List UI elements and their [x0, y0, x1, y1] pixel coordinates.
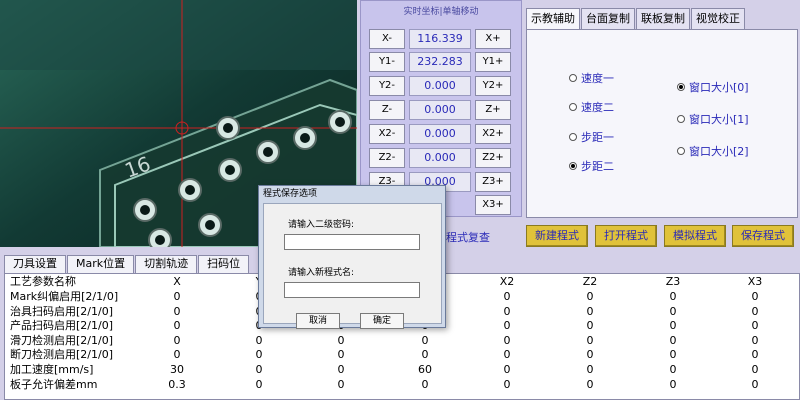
tab-teaching-assist[interactable]: 示教辅助 — [526, 8, 580, 30]
ok-button[interactable]: 确定 — [360, 313, 404, 329]
tab-vision-calibration[interactable]: 视觉校正 — [691, 8, 745, 30]
save-program-button[interactable]: 保存程式 — [732, 225, 794, 247]
radio-step-1[interactable]: 步距一 — [569, 129, 614, 145]
program-review-label[interactable]: 程式复查 — [446, 229, 490, 245]
z3-plus-button[interactable]: Z3+ — [475, 172, 511, 192]
tab-cut-path[interactable]: 切割轨迹 — [135, 255, 198, 273]
radio-dot — [569, 133, 577, 141]
parameter-value[interactable]: 0 — [705, 319, 800, 333]
cancel-button[interactable]: 取消 — [296, 313, 340, 329]
table-row[interactable]: 加工速度[mm/s] 30 0 0 60 0 0 0 0 — [5, 363, 799, 378]
x2-minus-button[interactable]: X2- — [369, 124, 405, 144]
table-row[interactable]: 滑刀检测启用[2/1/0] 0 0 0 0 0 0 0 0 — [5, 334, 799, 349]
program-name-label: 请输入新程式名: — [288, 268, 355, 278]
radio-dot — [677, 115, 685, 123]
parameter-value[interactable]: 0 — [705, 305, 800, 319]
tab-bar: 示教辅助 台面复制 联板复制 视觉校正 — [526, 8, 746, 30]
coordinate-panel-title: 实时坐标|单轴移动 — [403, 7, 479, 17]
z2-value: 0.000 — [409, 148, 471, 168]
x2-plus-button[interactable]: X2+ — [475, 124, 511, 144]
z-plus-button[interactable]: Z+ — [475, 100, 511, 120]
parameter-value[interactable]: 0 — [705, 348, 800, 362]
radio-label: 步距一 — [581, 131, 614, 144]
y2-value: 0.000 — [409, 76, 471, 96]
dialog-body: 请输入二级密码: 请输入新程式名: 取消 确定 — [263, 203, 442, 329]
simulate-program-button[interactable]: 模拟程式 — [664, 225, 726, 247]
radio-label: 步距二 — [581, 160, 614, 173]
program-name-field[interactable] — [284, 282, 420, 298]
y2-minus-button[interactable]: Y2- — [369, 76, 405, 96]
radio-step-2[interactable]: 步距二 — [569, 158, 614, 174]
x3-plus-button[interactable]: X3+ — [475, 195, 511, 215]
tab-scan-position[interactable]: 扫码位 — [198, 255, 250, 273]
z-minus-button[interactable]: Z- — [369, 100, 405, 120]
radio-label: 窗口大小[1] — [689, 113, 749, 126]
parameter-value[interactable]: 0 — [705, 334, 800, 348]
tab-table-copy[interactable]: 台面复制 — [581, 8, 635, 30]
tab-panel-copy[interactable]: 联板复制 — [636, 8, 690, 30]
y2-plus-button[interactable]: Y2+ — [475, 76, 511, 96]
password-label: 请输入二级密码: — [288, 220, 355, 230]
radio-label: 速度一 — [581, 72, 614, 85]
radio-label: 窗口大小[0] — [689, 81, 749, 94]
radio-speed-1[interactable]: 速度一 — [569, 70, 614, 86]
radio-dot — [569, 74, 577, 82]
radio-window-size-1[interactable]: 窗口大小[1] — [677, 111, 749, 127]
parameter-value[interactable]: 0 — [705, 363, 800, 377]
table-row[interactable]: 断刀检测启用[2/1/0] 0 0 0 0 0 0 0 0 — [5, 348, 799, 363]
radio-speed-2[interactable]: 速度二 — [569, 99, 614, 115]
teaching-assist-panel: 示教辅助 台面复制 联板复制 视觉校正 速度一 速度二 步距一 步距二 窗口大小… — [526, 8, 800, 218]
new-program-button[interactable]: 新建程式 — [526, 225, 588, 247]
column-header: X3 — [747, 275, 763, 288]
x-minus-button[interactable]: X- — [369, 29, 405, 49]
radio-label: 速度二 — [581, 101, 614, 114]
x-plus-button[interactable]: X+ — [475, 29, 511, 49]
password-field[interactable] — [284, 234, 420, 250]
open-program-button[interactable]: 打开程式 — [595, 225, 657, 247]
radio-dot — [569, 103, 577, 111]
y1-minus-button[interactable]: Y1- — [369, 52, 405, 72]
tab-content: 速度一 速度二 步距一 步距二 窗口大小[0] 窗口大小[1] 窗口大小[2] — [526, 29, 798, 218]
program-save-dialog: 程式保存选项 请输入二级密码: 请输入新程式名: 取消 确定 — [258, 185, 446, 329]
tab-tool-settings[interactable]: 刀具设置 — [4, 255, 66, 273]
table-row[interactable]: 板子允许偏差mm 0.3 0 0 0 0 0 0 0 — [5, 378, 799, 393]
dialog-title: 程式保存选项 — [263, 189, 318, 199]
z-value: 0.000 — [409, 100, 471, 120]
parameter-value[interactable]: 0 — [705, 378, 800, 392]
radio-dot — [569, 162, 577, 170]
tab-mark-position[interactable]: Mark位置 — [67, 255, 135, 273]
y1-plus-button[interactable]: Y1+ — [475, 52, 511, 72]
y1-value: 232.283 — [409, 52, 471, 72]
z2-plus-button[interactable]: Z2+ — [475, 148, 511, 168]
radio-window-size-2[interactable]: 窗口大小[2] — [677, 143, 749, 159]
parameter-value[interactable]: 0 — [705, 290, 800, 304]
radio-label: 窗口大小[2] — [689, 145, 749, 158]
x-value: 116.339 — [409, 29, 471, 49]
radio-dot — [677, 147, 685, 155]
radio-window-size-0[interactable]: 窗口大小[0] — [677, 79, 749, 95]
x2-value: 0.000 — [409, 124, 471, 144]
z2-minus-button[interactable]: Z2- — [369, 148, 405, 168]
radio-dot — [677, 83, 685, 91]
